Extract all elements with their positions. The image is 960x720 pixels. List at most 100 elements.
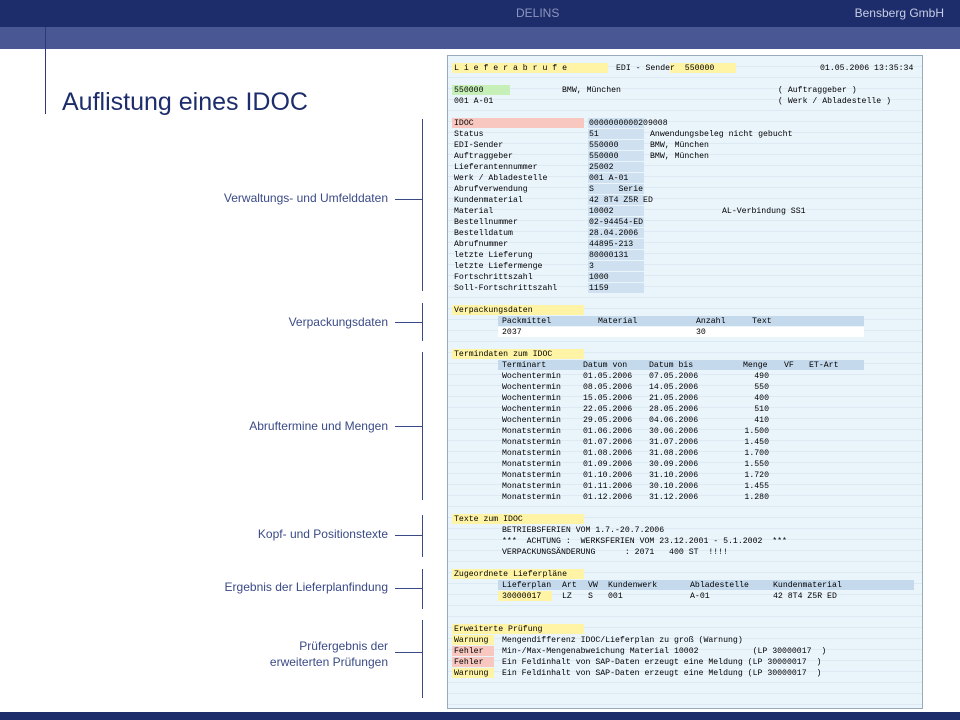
bracket-checks-h	[395, 652, 422, 653]
check-level-warning: Warnung	[454, 669, 489, 678]
admin-field-extra: AL-Verbindung SS1	[722, 207, 806, 216]
check-level-warning: Warnung	[454, 636, 489, 645]
section-label-checks-line1: Prüfergebnis der	[299, 639, 388, 653]
schedule-terminart: Wochentermin	[502, 405, 561, 414]
delivery-col-kundenmaterial: Kundenmaterial	[773, 581, 842, 590]
admin-field-value: 44895-213	[589, 240, 634, 249]
packaging-col-text: Text	[752, 317, 772, 326]
section-label-admin: Verwaltungs- und Umfelddaten	[223, 191, 388, 205]
schedule-datum-von: 15.05.2006	[583, 394, 633, 403]
check-level-error: Fehler	[454, 658, 484, 667]
schedule-terminart: Wochentermin	[502, 383, 561, 392]
schedule-terminart: Monatstermin	[502, 482, 561, 491]
schedule-datum-von: 01.10.2006	[583, 471, 633, 480]
admin-field-extra: BMW, München	[650, 141, 709, 150]
schedule-datum-von: 22.05.2006	[583, 405, 633, 414]
section-label-checks-line2: erweiterten Prüfungen	[269, 655, 388, 669]
admin-field-label: EDI-Sender	[454, 141, 504, 150]
schedule-terminart: Monatstermin	[502, 427, 561, 436]
delivery-col-abladestelle: Abladestelle	[690, 581, 749, 590]
admin-field-label: letzte Liefermenge	[454, 262, 543, 271]
bracket-texts-v	[422, 515, 423, 557]
admin-field-value: 1000	[589, 273, 609, 282]
delivery-lieferplan[interactable]: 30000017	[502, 591, 541, 602]
schedule-col-et-art: ET-Art	[809, 361, 839, 370]
admin-field-value: 80000131	[589, 251, 629, 260]
sap-screen: L i e f e r a b r u f e EDI - Sender 550…	[447, 55, 923, 709]
delivery-title: Zugeordnete Lieferpläne	[454, 570, 568, 579]
section-label-delivery: Ergebnis der Lieferplanfindung	[224, 580, 388, 594]
admin-field-extra: BMW, München	[650, 152, 709, 161]
admin-field-extra: Anwendungsbeleg nicht gebucht	[650, 130, 793, 139]
company-name: Bensberg GmbH	[854, 6, 944, 20]
bracket-schedule-v	[422, 352, 423, 500]
text-line: VERPACKUNGSÄNDERUNG : 2071 400 ST !!!!	[502, 548, 729, 557]
check-message: Ein Feldinhalt von SAP-Daten erzeugt ein…	[502, 669, 822, 678]
admin-field-value: 28.04.2006	[589, 229, 639, 238]
admin-field-label: letzte Lieferung	[454, 251, 533, 260]
bracket-packaging-h	[395, 322, 422, 323]
schedule-terminart: Monatstermin	[502, 471, 561, 480]
schedule-menge: 400	[754, 394, 769, 403]
admin-field-label: Abrufverwendung	[454, 185, 528, 194]
screen-title: L i e f e r a b r u f e	[454, 64, 568, 73]
bracket-packaging-v	[422, 303, 423, 341]
schedule-datum-bis: 30.09.2006	[649, 460, 699, 469]
admin-field-label: Soll-Fortschrittszahl	[454, 284, 558, 293]
schedule-terminart: Wochentermin	[502, 372, 561, 381]
delivery-col-kundenwerk: Kundenwerk	[608, 581, 658, 590]
admin-field-label: Kundenmaterial	[454, 196, 523, 205]
schedule-datum-bis: 31.12.2006	[649, 493, 699, 502]
check-message: Mengendifferenz IDOC/Lieferplan zu groß …	[502, 636, 743, 645]
packaging-col-packmittel: Packmittel	[502, 317, 552, 326]
packaging-data-row	[498, 327, 864, 337]
packaging-title: Verpackungsdaten	[454, 306, 533, 315]
header-center-text: DELINS	[516, 6, 560, 20]
section-label-schedule: Abruftermine und Mengen	[249, 419, 388, 433]
schedule-col-datum-von: Datum von	[583, 361, 628, 370]
schedule-datum-bis: 30.10.2006	[649, 482, 699, 491]
admin-field-value: 02-94454-ED	[589, 218, 644, 227]
bracket-delivery-v	[422, 569, 423, 609]
schedule-menge: 1.280	[744, 493, 769, 502]
schedule-menge: 490	[754, 372, 769, 381]
schedule-menge: 410	[754, 416, 769, 425]
schedule-datum-von: 01.06.2006	[583, 427, 633, 436]
schedule-terminart: Wochentermin	[502, 416, 561, 425]
admin-field-value: 0000000000209008	[589, 119, 668, 128]
delivery-col-art: Art	[562, 581, 577, 590]
packaging-packmittel: 2037	[502, 328, 522, 337]
plant-hint: ( Werk / Abladestelle )	[778, 97, 892, 106]
admin-field-value: 550000	[589, 152, 619, 161]
schedule-menge: 1.450	[744, 438, 769, 447]
section-label-texts: Kopf- und Positionstexte	[257, 527, 388, 541]
delivery-col-vw: VW	[588, 581, 598, 590]
admin-field-label: Lieferantennummer	[454, 163, 538, 172]
partner-name: BMW, München	[562, 86, 621, 95]
schedule-terminart: Monatstermin	[502, 438, 561, 447]
bracket-schedule-h	[395, 426, 422, 427]
admin-field-value: S Serie	[589, 185, 644, 194]
plant-code: 001 A-01	[454, 97, 494, 106]
admin-field-label: Bestelldatum	[454, 229, 513, 238]
section-label-packaging: Verpackungsdaten	[288, 315, 388, 329]
text-line: *** ACHTUNG : WERKSFERIEN VOM 23.12.2001…	[502, 537, 787, 546]
delivery-kundenmaterial: 42 8T4 Z5R ED	[773, 592, 837, 601]
check-message: Min-/Max-Mengenabweichung Material 10002…	[502, 647, 827, 656]
schedule-datum-von: 01.09.2006	[583, 460, 633, 469]
check-level-error: Fehler	[454, 647, 484, 656]
admin-field-label: IDOC	[454, 119, 474, 128]
schedule-datum-von: 01.05.2006	[583, 372, 633, 381]
packaging-col-material: Material	[598, 317, 638, 326]
admin-field-value: 001 A-01	[589, 174, 629, 183]
partner-code: 550000	[454, 86, 484, 95]
schedule-datum-bis: 07.05.2006	[649, 372, 699, 381]
delivery-vw: S	[588, 592, 593, 601]
slide-subheader-bar	[0, 27, 960, 49]
admin-field-label: Auftraggeber	[454, 152, 513, 161]
bracket-delivery-h	[395, 588, 422, 589]
schedule-menge: 1.455	[744, 482, 769, 491]
schedule-datum-von: 01.07.2006	[583, 438, 633, 447]
section-label-checks: Prüfergebnis der erweiterten Prüfungen	[48, 638, 388, 670]
delivery-abladestelle: A-01	[690, 592, 710, 601]
